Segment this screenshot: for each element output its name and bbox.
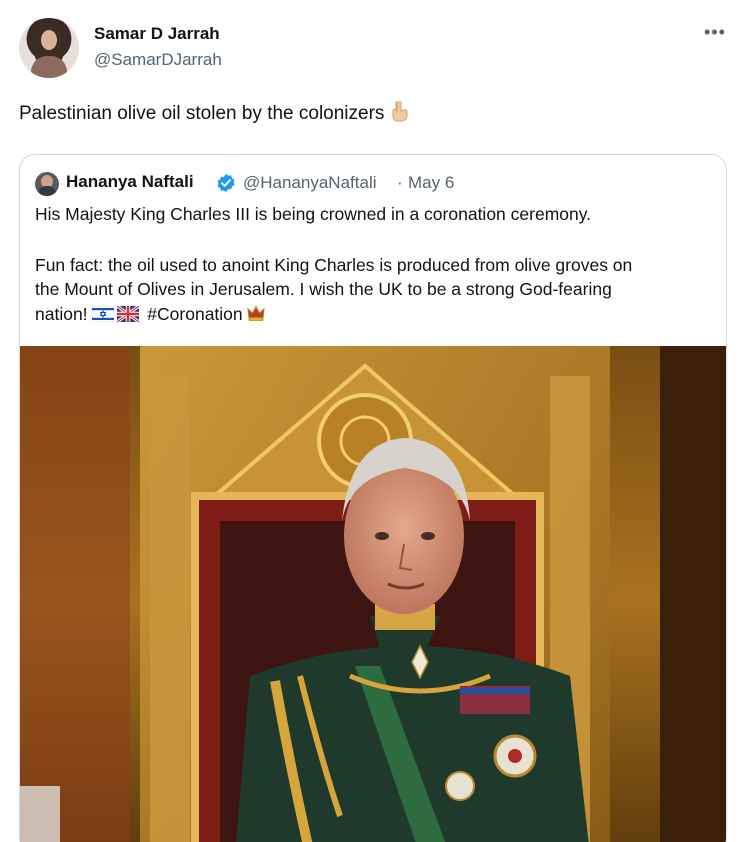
separator-dot: · — [397, 173, 403, 192]
quoted-text-line: the Mount of Olives in Jerusalem. I wish… — [35, 279, 612, 299]
author-handle[interactable]: @SamarDJarrah — [94, 50, 222, 70]
uk-flag-icon — [117, 306, 140, 322]
verified-badge-icon — [217, 174, 235, 192]
tweet-text: Palestinian olive oil stolen by the colo… — [19, 100, 410, 125]
israel-flag-icon — [92, 306, 115, 322]
author-avatar[interactable] — [19, 18, 79, 78]
quoted-author-name[interactable]: Hananya Naftali — [66, 172, 194, 192]
more-options-button[interactable]: ••• — [702, 22, 728, 42]
coronation-hashtag[interactable]: #Coronation — [147, 304, 242, 324]
king-on-throne-image — [20, 346, 726, 842]
tweet: Samar D Jarrah @SamarDJarrah ••• Palesti… — [0, 0, 742, 842]
tweet-text-content: Palestinian olive oil stolen by the colo… — [19, 103, 385, 124]
quoted-text-line: Fun fact: the oil used to anoint King Ch… — [35, 255, 633, 275]
crown-icon — [247, 305, 265, 321]
quoted-text-line: His Majesty King Charles III is being cr… — [35, 204, 592, 224]
quoted-text-nation: nation! — [35, 304, 88, 324]
backhand-index-pointing-down-icon — [392, 101, 408, 122]
author-name[interactable]: Samar D Jarrah — [94, 24, 220, 44]
quoted-tweet-photo[interactable] — [20, 346, 726, 842]
quoted-tweet-card[interactable]: Hananya Naftali @HananyaNaftali · May 6 … — [19, 154, 727, 842]
quoted-author-handle[interactable]: @HananyaNaftali — [243, 173, 377, 193]
quoted-text-line: nation! #Coronation — [35, 303, 266, 325]
quoted-tweet-date[interactable]: May 6 — [408, 173, 454, 193]
quoted-author-avatar[interactable] — [35, 172, 59, 196]
